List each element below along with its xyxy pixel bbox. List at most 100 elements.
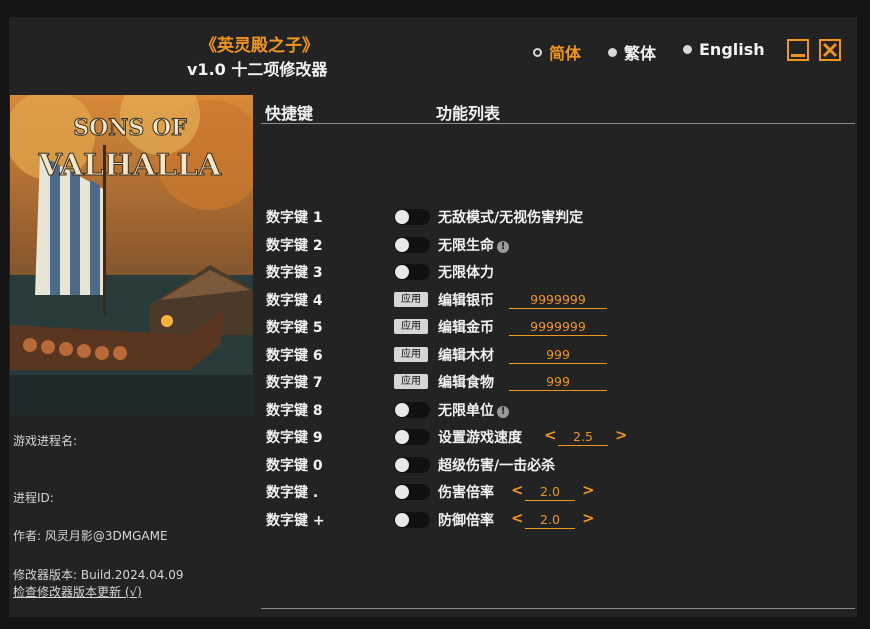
increase-arrow-icon[interactable]: > [615, 426, 628, 444]
cheat-toggle[interactable] [394, 264, 430, 280]
minimize-button[interactable] [787, 39, 809, 61]
info-icon[interactable]: ! [497, 406, 509, 418]
cheat-row: 数字键 2 无限生命! [266, 233, 856, 255]
cheat-name: 无限体力 [438, 262, 494, 282]
cheat-toggle[interactable] [394, 484, 430, 500]
game-cover-image: SONS OF VALHALLA [10, 95, 253, 415]
cheat-name: 超级伤害/一击必杀 [438, 455, 555, 475]
value-input[interactable]: 999 [509, 346, 607, 364]
stepper-value-input[interactable]: 2.5 [558, 428, 608, 446]
cheat-name-text: 无限生命 [438, 238, 494, 254]
cheat-name-text: 无限体力 [438, 265, 494, 281]
cheat-name-text: 伤害倍率 [438, 485, 494, 501]
cheat-toggle[interactable] [394, 429, 430, 445]
increase-arrow-icon[interactable]: > [582, 481, 595, 499]
cheat-name-text: 编辑银币 [438, 293, 494, 309]
minimize-icon [791, 54, 805, 57]
cheat-name-text: 编辑木材 [438, 348, 494, 364]
stepper-value-input[interactable]: 2.0 [525, 483, 575, 501]
value-input[interactable]: 999 [509, 373, 607, 391]
apply-button[interactable]: 应用 [394, 319, 428, 334]
cheat-row: 数字键 9 设置游戏速度 <2.5 > [266, 425, 856, 447]
radio-selected-icon [533, 47, 542, 57]
toggle-knob [395, 485, 409, 499]
hotkey-label: 数字键 9 [266, 430, 323, 446]
cheat-name: 编辑银币 [438, 290, 494, 310]
toggle-knob [395, 238, 409, 252]
cheat-name: 伤害倍率 [438, 482, 494, 502]
header-divider [261, 123, 855, 124]
toggle-knob [395, 210, 409, 224]
hotkey-label: 数字键 0 [266, 458, 323, 474]
cheat-toggle[interactable] [394, 237, 430, 253]
cheat-name-text: 设置游戏速度 [438, 430, 522, 446]
lang-english[interactable]: English [683, 40, 765, 59]
toggle-knob [395, 430, 409, 444]
cheat-name: 编辑金币 [438, 317, 494, 337]
cheat-row: 数字键 . 伤害倍率 <2.0 > [266, 480, 856, 502]
cheat-row: 数字键 3 无限体力 [266, 260, 856, 282]
hotkey-label: 数字键 6 [266, 348, 323, 364]
cheat-name-text: 无限单位 [438, 403, 494, 419]
cheat-name: 编辑木材 [438, 345, 494, 365]
lang-label: 简体 [549, 44, 582, 63]
cheat-name: 无限生命! [438, 235, 509, 255]
trainer-subtitle: v1.0 十二项修改器 [187, 60, 328, 79]
cover-logo-top: SONS OF [73, 115, 187, 141]
radio-icon [683, 45, 692, 54]
apply-button[interactable]: 应用 [394, 292, 428, 307]
cheat-toggle[interactable] [394, 209, 430, 225]
close-icon [822, 42, 838, 58]
decrease-arrow-icon[interactable]: < [511, 481, 524, 499]
apply-button[interactable]: 应用 [394, 374, 428, 389]
cheat-name: 无敌模式/无视伤害判定 [438, 207, 583, 227]
hotkey-column-header: 快捷键 [265, 104, 314, 123]
cheat-row: 数字键 8 无限单位! [266, 398, 856, 420]
stepper-value-input[interactable]: 2.0 [525, 511, 575, 529]
value-input[interactable]: 9999999 [509, 318, 607, 336]
cheat-row: 数字键 1 无敌模式/无视伤害判定 [266, 205, 856, 227]
cheat-toggle[interactable] [394, 402, 430, 418]
cheat-row: 数字键 + 防御倍率 <2.0 > [266, 508, 856, 530]
hotkey-label: 数字键 7 [266, 375, 323, 391]
toggle-knob [395, 403, 409, 417]
process-id-label: 进程ID: [13, 491, 54, 505]
toggle-knob [395, 513, 409, 527]
lang-label: English [699, 40, 765, 59]
cheat-toggle[interactable] [394, 457, 430, 473]
toggle-knob [395, 265, 409, 279]
cheat-name: 设置游戏速度 [438, 427, 522, 447]
hotkey-label: 数字键 . [266, 485, 319, 501]
hotkey-label: 数字键 + [266, 513, 325, 529]
info-icon[interactable]: ! [497, 241, 509, 253]
decrease-arrow-icon[interactable]: < [544, 426, 557, 444]
value-input[interactable]: 9999999 [509, 291, 607, 309]
lang-traditional[interactable]: 繁体 [608, 40, 656, 64]
toggle-knob [395, 458, 409, 472]
footer-divider [261, 608, 855, 609]
cheat-name-text: 超级伤害/一击必杀 [438, 458, 556, 474]
cheat-row: 数字键 7 应用 编辑食物 999 [266, 370, 856, 392]
process-name-label: 游戏进程名: [13, 434, 78, 448]
lang-simplified[interactable]: 简体 [533, 40, 581, 64]
hotkey-label: 数字键 2 [266, 238, 323, 254]
functions-column-header: 功能列表 [436, 104, 501, 123]
radio-icon [608, 47, 617, 57]
cheat-name-text: 无敌模式/无视伤害判定 [438, 210, 584, 226]
lang-label: 繁体 [624, 44, 657, 63]
apply-button[interactable]: 应用 [394, 347, 428, 362]
cheat-name: 编辑食物 [438, 372, 494, 392]
author-label: 作者: 风灵月影@3DMGAME [13, 529, 168, 543]
decrease-arrow-icon[interactable]: < [511, 509, 524, 527]
cheat-row: 数字键 5 应用 编辑金币 9999999 [266, 315, 856, 337]
hotkey-label: 数字键 1 [266, 210, 323, 226]
close-button[interactable] [819, 39, 841, 61]
cheat-toggle[interactable] [394, 512, 430, 528]
check-update-link[interactable]: 检查修改器版本更新 (√) [13, 583, 142, 600]
increase-arrow-icon[interactable]: > [582, 509, 595, 527]
cheat-name: 无限单位! [438, 400, 509, 420]
cheat-row: 数字键 0 超级伤害/一击必杀 [266, 453, 856, 475]
hotkey-label: 数字键 5 [266, 320, 323, 336]
cheat-name-text: 编辑食物 [438, 375, 494, 391]
cover-logo-bottom: VALHALLA [38, 148, 222, 183]
